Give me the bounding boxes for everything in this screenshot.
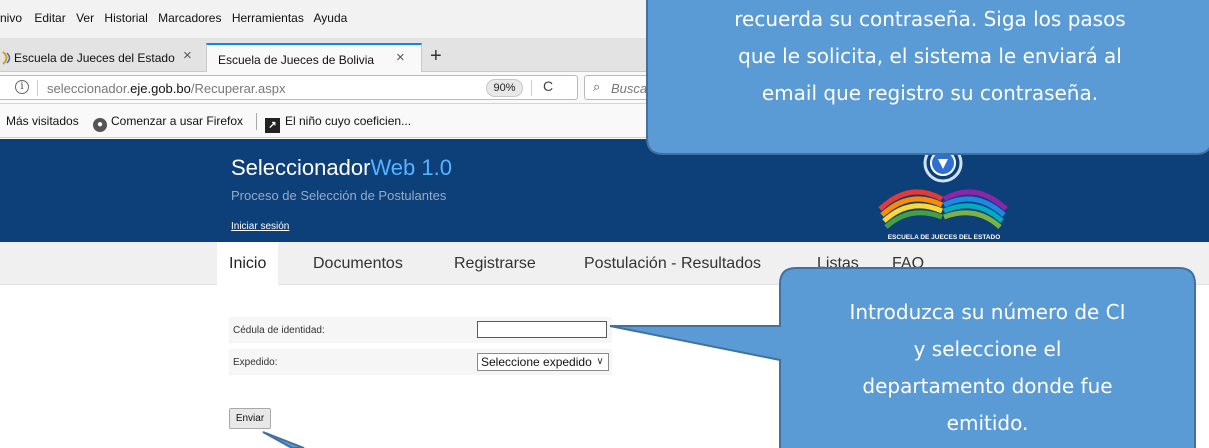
menu-ver[interactable]: Ver: [76, 11, 94, 25]
nav-postulacion-resultados[interactable]: Postulación - Resultados: [572, 242, 773, 285]
enviar-callout-pointer: [262, 431, 305, 448]
menu-editar[interactable]: Editar: [34, 11, 65, 25]
site-subtitle: Proceso de Selección de Postulantes: [231, 188, 447, 203]
site-header: SeleccionadorWeb 1.0 Proceso de Selecció…: [0, 139, 1209, 242]
url-text: seleccionador.eje.gob.bo/Recuperar.aspx: [47, 81, 286, 96]
separator: [37, 80, 38, 96]
new-tab-button[interactable]: +: [430, 45, 442, 68]
nav-faq[interactable]: FAQ: [880, 242, 936, 285]
top-callout-text: recuerda su contraseña. Siga los pasos q…: [734, 7, 1126, 105]
expedido-label: Expedido:: [233, 357, 278, 368]
bookmark-mas-visitados[interactable]: Más visitados: [6, 114, 79, 128]
main-nav: Inicio Documentos Registrarse Postulació…: [0, 242, 1209, 285]
url-field[interactable]: i seleccionador.eje.gob.bo/Recuperar.asp…: [0, 75, 578, 100]
nav-registrarse[interactable]: Registrarse: [442, 242, 548, 285]
menu-historial[interactable]: Historial: [104, 11, 147, 25]
logo-text: ESCUELA DE JUECES DEL ESTADO: [888, 234, 1001, 241]
reload-icon[interactable]: C: [543, 78, 553, 94]
login-link[interactable]: Iniciar sesión: [231, 221, 289, 232]
site-title: SeleccionadorWeb 1.0: [231, 155, 452, 180]
expedido-select[interactable]: Seleccione expedido ∨: [477, 353, 609, 371]
bookmark-favicon-icon: ↗: [265, 118, 280, 133]
expedido-selected-value: Seleccione expedido: [481, 355, 592, 369]
bookmark-comenzar-firefox[interactable]: ● Comenzar a usar Firefox: [93, 114, 243, 132]
tab-label: Escuela de Jueces del Estado: [14, 51, 175, 65]
close-tab-icon[interactable]: ×: [183, 47, 192, 64]
zoom-level-badge[interactable]: 90%: [486, 79, 523, 97]
menu-archivo[interactable]: nivo: [0, 11, 22, 25]
nav-inicio[interactable]: Inicio: [217, 242, 279, 285]
menu-herramientas[interactable]: Herramientas: [232, 11, 304, 25]
tab-label: Escuela de Jueces de Bolivia: [218, 53, 375, 67]
separator: [531, 80, 532, 96]
menu-marcadores[interactable]: Marcadores: [158, 11, 221, 25]
search-placeholder: Buscar: [611, 81, 652, 96]
ci-input[interactable]: [477, 321, 607, 338]
tab-escuela-jueces-bolivia[interactable]: Escuela de Jueces de Bolivia ×: [206, 43, 422, 72]
bookmark-nino-coeficiente[interactable]: ↗ El niño cuyo coeficien...: [265, 114, 411, 133]
nav-documentos[interactable]: Documentos: [301, 242, 415, 285]
separator: [256, 113, 257, 130]
menu-ayuda[interactable]: Ayuda: [314, 11, 348, 25]
ci-label: Cédula de identidad:: [233, 325, 325, 336]
search-icon: ⌕: [593, 79, 601, 94]
chevron-down-icon: ∨: [593, 354, 607, 370]
tab-escuela-jueces-estado[interactable]: Escuela de Jueces del Estado ×: [0, 43, 205, 72]
right-callout-text: Introduzca su número de CI y seleccione …: [849, 300, 1126, 435]
info-icon[interactable]: i: [15, 80, 29, 94]
close-tab-icon[interactable]: ×: [396, 49, 405, 66]
escuela-jueces-logo: ESCUELA DE JUECES DEL ESTADO: [878, 143, 1008, 241]
site-favicon-icon: [2, 51, 11, 65]
nav-listas[interactable]: Listas: [805, 242, 871, 285]
globe-icon: ●: [93, 118, 107, 132]
enviar-button[interactable]: Enviar: [229, 408, 271, 429]
